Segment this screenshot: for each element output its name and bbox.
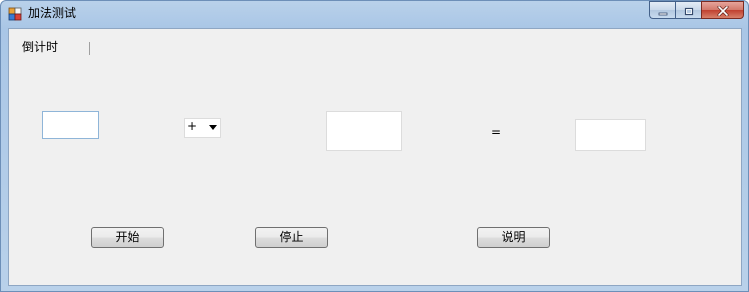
window-title: 加法测试 — [28, 6, 77, 20]
operand2-input[interactable] — [326, 111, 402, 151]
minimize-icon — [658, 1, 668, 20]
result-input[interactable] — [575, 119, 646, 151]
title-bar[interactable]: 加法测试 — [1, 1, 748, 27]
operand1-input[interactable] — [42, 111, 99, 139]
maximize-button[interactable] — [675, 1, 701, 19]
app-icon — [8, 6, 22, 21]
menu-item-countdown[interactable]: 倒计时 — [22, 40, 58, 54]
app-window: 加法测试 倒计时 + = 开始 停止 说明 — [0, 0, 749, 292]
caption-buttons — [649, 1, 744, 20]
maximize-icon — [684, 1, 694, 20]
minimize-button[interactable] — [649, 1, 675, 19]
menu-separator — [89, 42, 90, 55]
close-button[interactable] — [701, 1, 744, 19]
operator-select[interactable]: + — [184, 118, 221, 138]
operator-selected-value: + — [187, 119, 198, 133]
client-area: 倒计时 + = 开始 停止 说明 — [8, 28, 742, 286]
equals-label: = — [491, 125, 502, 139]
menu-bar: 倒计时 — [9, 29, 741, 55]
close-icon — [717, 1, 729, 20]
stop-button[interactable]: 停止 — [255, 227, 328, 248]
start-button[interactable]: 开始 — [91, 227, 164, 248]
help-button[interactable]: 说明 — [477, 227, 550, 248]
chevron-down-icon[interactable] — [209, 125, 217, 130]
